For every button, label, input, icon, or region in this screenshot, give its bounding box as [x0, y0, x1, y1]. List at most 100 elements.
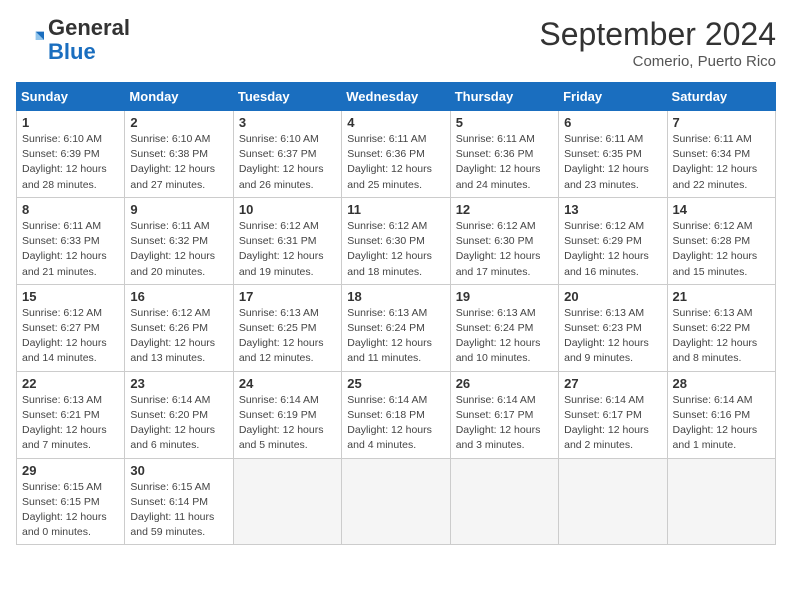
cell-info: Sunrise: 6:13 AM Sunset: 6:25 PM Dayligh… [239, 306, 336, 367]
day-number: 26 [456, 376, 553, 391]
cal-cell: 3 Sunrise: 6:10 AM Sunset: 6:37 PM Daylig… [233, 111, 341, 198]
cal-cell [450, 458, 558, 545]
day-number: 29 [22, 463, 119, 478]
cell-info: Sunrise: 6:11 AM Sunset: 6:36 PM Dayligh… [456, 132, 553, 193]
cal-cell: 7 Sunrise: 6:11 AM Sunset: 6:34 PM Daylig… [667, 111, 775, 198]
cell-info: Sunrise: 6:13 AM Sunset: 6:24 PM Dayligh… [347, 306, 444, 367]
cell-info: Sunrise: 6:13 AM Sunset: 6:24 PM Dayligh… [456, 306, 553, 367]
cell-info: Sunrise: 6:12 AM Sunset: 6:27 PM Dayligh… [22, 306, 119, 367]
cal-cell: 25 Sunrise: 6:14 AM Sunset: 6:18 PM Dayli… [342, 371, 450, 458]
cell-info: Sunrise: 6:14 AM Sunset: 6:16 PM Dayligh… [673, 393, 770, 454]
cal-cell: 23 Sunrise: 6:14 AM Sunset: 6:20 PM Dayli… [125, 371, 233, 458]
day-number: 30 [130, 463, 227, 478]
cell-info: Sunrise: 6:14 AM Sunset: 6:20 PM Dayligh… [130, 393, 227, 454]
cal-cell: 8 Sunrise: 6:11 AM Sunset: 6:33 PM Daylig… [17, 197, 125, 284]
cell-info: Sunrise: 6:14 AM Sunset: 6:19 PM Dayligh… [239, 393, 336, 454]
cal-cell: 5 Sunrise: 6:11 AM Sunset: 6:36 PM Daylig… [450, 111, 558, 198]
day-header-monday: Monday [125, 83, 233, 111]
cal-cell: 11Sunrise: 6:12 AM Sunset: 6:30 PM Dayli… [342, 197, 450, 284]
cal-cell: 2 Sunrise: 6:10 AM Sunset: 6:38 PM Daylig… [125, 111, 233, 198]
cell-info: Sunrise: 6:10 AM Sunset: 6:38 PM Dayligh… [130, 132, 227, 193]
day-number: 7 [673, 115, 770, 130]
cell-info: Sunrise: 6:11 AM Sunset: 6:33 PM Dayligh… [22, 219, 119, 280]
week-row-5: 29 Sunrise: 6:15 AM Sunset: 6:15 PM Dayli… [17, 458, 776, 545]
cal-cell: 28Sunrise: 6:14 AM Sunset: 6:16 PM Dayli… [667, 371, 775, 458]
cal-cell: 6 Sunrise: 6:11 AM Sunset: 6:35 PM Daylig… [559, 111, 667, 198]
day-number: 16 [130, 289, 227, 304]
day-header-wednesday: Wednesday [342, 83, 450, 111]
cal-cell: 16Sunrise: 6:12 AM Sunset: 6:26 PM Dayli… [125, 284, 233, 371]
logo-text: General Blue [48, 16, 130, 64]
cell-info: Sunrise: 6:13 AM Sunset: 6:23 PM Dayligh… [564, 306, 661, 367]
week-row-1: 1 Sunrise: 6:10 AM Sunset: 6:39 PM Daylig… [17, 111, 776, 198]
cal-cell: 30 Sunrise: 6:15 AM Sunset: 6:14 PM Dayli… [125, 458, 233, 545]
cell-info: Sunrise: 6:14 AM Sunset: 6:17 PM Dayligh… [564, 393, 661, 454]
week-row-4: 22 Sunrise: 6:13 AM Sunset: 6:21 PM Dayli… [17, 371, 776, 458]
cal-cell: 19 Sunrise: 6:13 AM Sunset: 6:24 PM Dayli… [450, 284, 558, 371]
cell-info: Sunrise: 6:13 AM Sunset: 6:22 PM Dayligh… [673, 306, 770, 367]
cell-info: Sunrise: 6:10 AM Sunset: 6:39 PM Dayligh… [22, 132, 119, 193]
day-number: 12 [456, 202, 553, 217]
day-number: 13 [564, 202, 661, 217]
day-number: 8 [22, 202, 119, 217]
week-row-3: 15 Sunrise: 6:12 AM Sunset: 6:27 PM Dayli… [17, 284, 776, 371]
cell-info: Sunrise: 6:11 AM Sunset: 6:34 PM Dayligh… [673, 132, 770, 193]
day-number: 5 [456, 115, 553, 130]
day-number: 22 [22, 376, 119, 391]
day-number: 27 [564, 376, 661, 391]
cal-cell: 12 Sunrise: 6:12 AM Sunset: 6:30 PM Dayli… [450, 197, 558, 284]
day-header-sunday: Sunday [17, 83, 125, 111]
cal-cell: 10 Sunrise: 6:12 AM Sunset: 6:31 PM Dayli… [233, 197, 341, 284]
cell-info: Sunrise: 6:14 AM Sunset: 6:18 PM Dayligh… [347, 393, 444, 454]
cell-info: Sunrise: 6:12 AM Sunset: 6:29 PM Dayligh… [564, 219, 661, 280]
day-number: 14 [673, 202, 770, 217]
cell-info: Sunrise: 6:11 AM Sunset: 6:35 PM Dayligh… [564, 132, 661, 193]
cell-info: Sunrise: 6:10 AM Sunset: 6:37 PM Dayligh… [239, 132, 336, 193]
cell-info: Sunrise: 6:15 AM Sunset: 6:15 PM Dayligh… [22, 480, 119, 541]
cal-cell: 15 Sunrise: 6:12 AM Sunset: 6:27 PM Dayli… [17, 284, 125, 371]
day-header-friday: Friday [559, 83, 667, 111]
cell-info: Sunrise: 6:15 AM Sunset: 6:14 PM Dayligh… [130, 480, 227, 541]
cell-info: Sunrise: 6:12 AM Sunset: 6:30 PM Dayligh… [456, 219, 553, 280]
day-number: 24 [239, 376, 336, 391]
header-row: SundayMondayTuesdayWednesdayThursdayFrid… [17, 83, 776, 111]
cell-info: Sunrise: 6:11 AM Sunset: 6:36 PM Dayligh… [347, 132, 444, 193]
cell-info: Sunrise: 6:13 AM Sunset: 6:21 PM Dayligh… [22, 393, 119, 454]
location: Comerio, Puerto Rico [539, 53, 776, 70]
cal-cell: 24 Sunrise: 6:14 AM Sunset: 6:19 PM Dayli… [233, 371, 341, 458]
cal-cell: 9Sunrise: 6:11 AM Sunset: 6:32 PM Daylig… [125, 197, 233, 284]
cal-cell: 1 Sunrise: 6:10 AM Sunset: 6:39 PM Daylig… [17, 111, 125, 198]
day-number: 23 [130, 376, 227, 391]
cal-cell: 14Sunrise: 6:12 AM Sunset: 6:28 PM Dayli… [667, 197, 775, 284]
cal-cell: 4Sunrise: 6:11 AM Sunset: 6:36 PM Daylig… [342, 111, 450, 198]
cell-info: Sunrise: 6:11 AM Sunset: 6:32 PM Dayligh… [130, 219, 227, 280]
cal-cell: 18 Sunrise: 6:13 AM Sunset: 6:24 PM Dayli… [342, 284, 450, 371]
day-number: 15 [22, 289, 119, 304]
day-number: 2 [130, 115, 227, 130]
day-number: 25 [347, 376, 444, 391]
day-number: 18 [347, 289, 444, 304]
cal-cell [667, 458, 775, 545]
cal-cell: 27 Sunrise: 6:14 AM Sunset: 6:17 PM Dayli… [559, 371, 667, 458]
title-block: September 2024 Comerio, Puerto Rico [539, 16, 776, 70]
day-header-tuesday: Tuesday [233, 83, 341, 111]
logo-icon [16, 26, 44, 54]
cell-info: Sunrise: 6:12 AM Sunset: 6:31 PM Dayligh… [239, 219, 336, 280]
cell-info: Sunrise: 6:14 AM Sunset: 6:17 PM Dayligh… [456, 393, 553, 454]
day-number: 6 [564, 115, 661, 130]
day-number: 19 [456, 289, 553, 304]
week-row-2: 8 Sunrise: 6:11 AM Sunset: 6:33 PM Daylig… [17, 197, 776, 284]
cal-cell: 22 Sunrise: 6:13 AM Sunset: 6:21 PM Dayli… [17, 371, 125, 458]
cal-cell: 26 Sunrise: 6:14 AM Sunset: 6:17 PM Dayli… [450, 371, 558, 458]
cal-cell: 13 Sunrise: 6:12 AM Sunset: 6:29 PM Dayli… [559, 197, 667, 284]
cal-cell: 21Sunrise: 6:13 AM Sunset: 6:22 PM Dayli… [667, 284, 775, 371]
logo: General Blue [16, 16, 130, 64]
calendar-table: SundayMondayTuesdayWednesdayThursdayFrid… [16, 82, 776, 545]
day-number: 3 [239, 115, 336, 130]
cal-cell: 29 Sunrise: 6:15 AM Sunset: 6:15 PM Dayli… [17, 458, 125, 545]
day-header-saturday: Saturday [667, 83, 775, 111]
cal-cell [559, 458, 667, 545]
day-number: 1 [22, 115, 119, 130]
month-title: September 2024 [539, 16, 776, 53]
day-number: 10 [239, 202, 336, 217]
